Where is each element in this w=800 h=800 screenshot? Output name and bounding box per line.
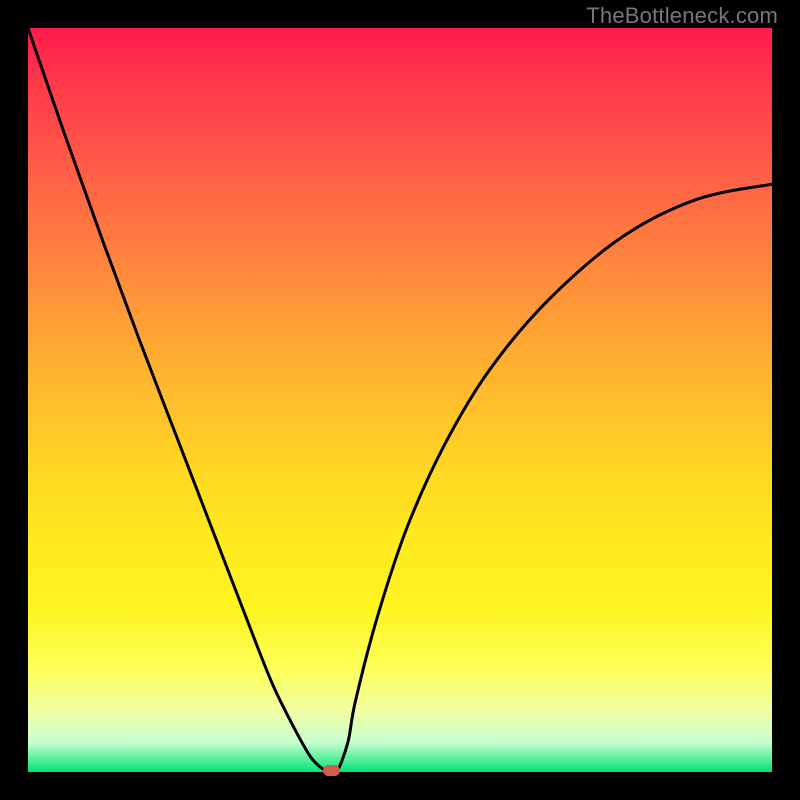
plot-area <box>28 28 772 772</box>
chart-frame: TheBottleneck.com <box>0 0 800 800</box>
attribution-text: TheBottleneck.com <box>586 3 778 29</box>
